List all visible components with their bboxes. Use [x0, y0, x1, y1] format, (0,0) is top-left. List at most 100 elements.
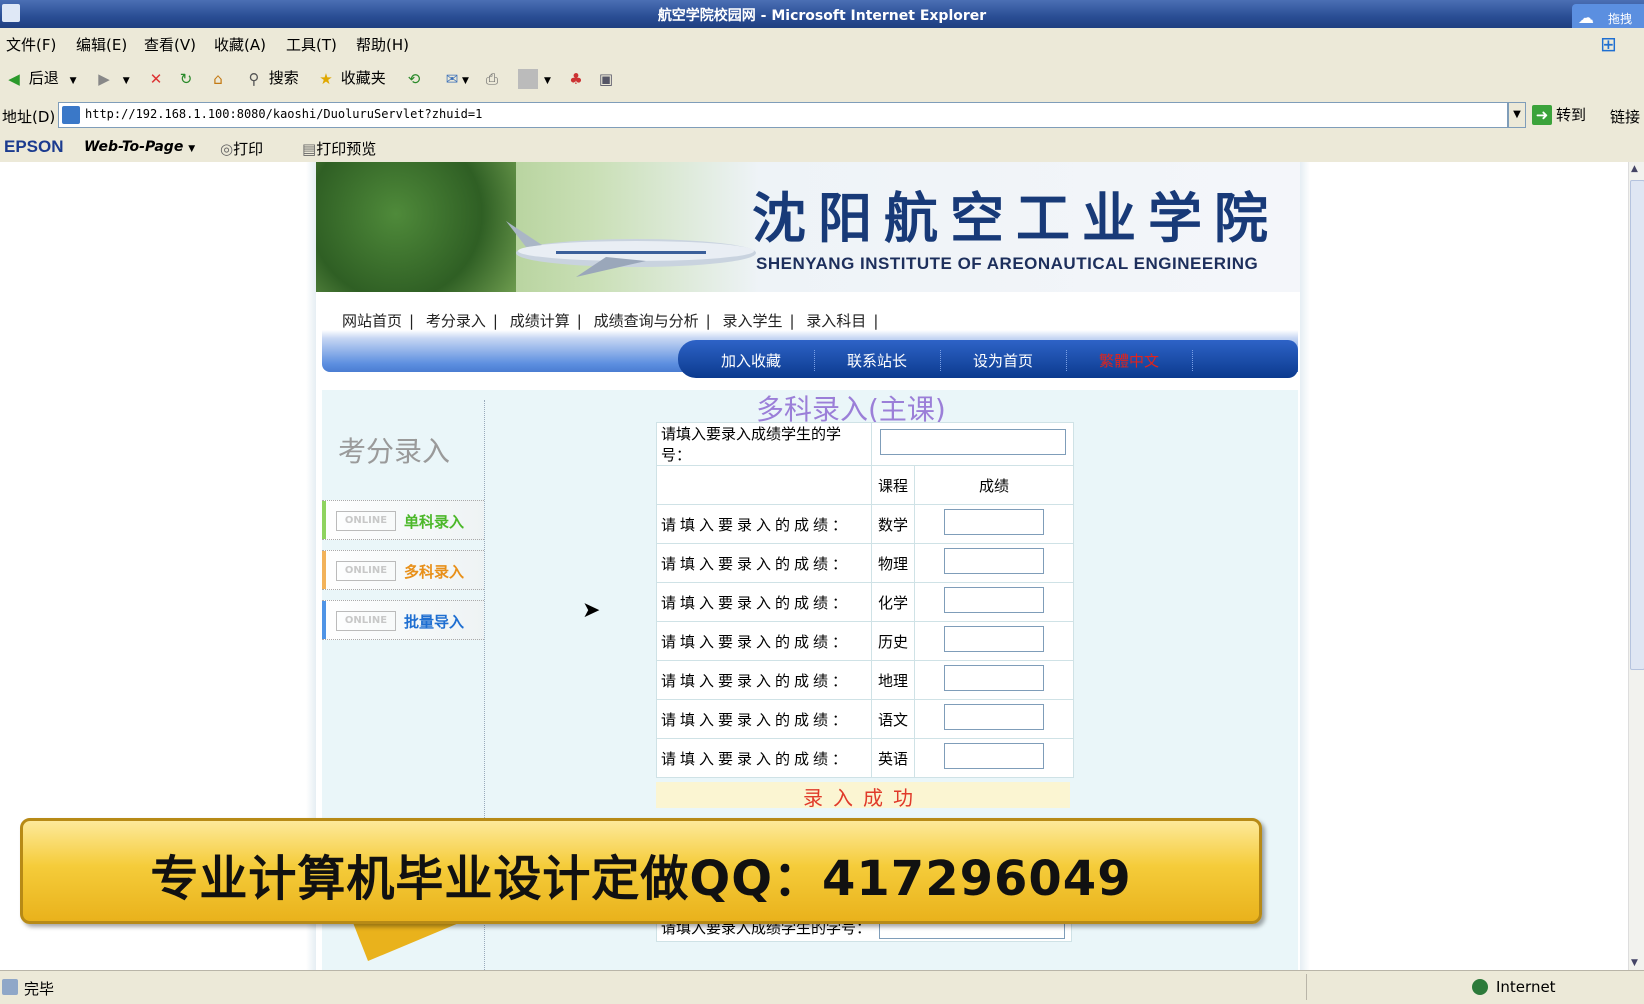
star-icon: ★	[319, 69, 333, 88]
messenger-button[interactable]: ♣	[566, 66, 586, 90]
stop-button[interactable]: ✕	[146, 66, 166, 90]
score-prompt: 请填入要录入的成绩：	[656, 621, 872, 661]
student-id-input[interactable]	[879, 429, 1066, 455]
sidebar-item-single[interactable]: ONLINE 单科录入	[322, 500, 484, 540]
score-input-math[interactable]	[944, 509, 1044, 535]
forward-dropdown-icon[interactable]: ▼	[123, 76, 130, 86]
menu-tools[interactable]: 工具(T)	[286, 34, 337, 55]
subject-history: 历史	[871, 621, 915, 661]
tab-set-homepage[interactable]: 设为首页	[940, 350, 1067, 371]
score-input-chemistry[interactable]	[944, 587, 1044, 613]
menu-favorites[interactable]: 收藏(A)	[214, 34, 266, 55]
score-input-physics[interactable]	[944, 548, 1044, 574]
messenger-icon: ♣	[569, 69, 583, 88]
sidebar-title: 考分录入	[338, 435, 451, 468]
epson-logo: EPSON	[4, 137, 64, 156]
back-dropdown-icon[interactable]: ▼	[70, 76, 77, 86]
student-id-label: 请填入要录入成绩学生的学号：	[656, 422, 872, 466]
subject-chinese: 语文	[871, 699, 915, 739]
go-arrow-icon: ➜	[1532, 105, 1552, 125]
score-prompt: 请填入要录入的成绩：	[656, 699, 872, 739]
online-badge: ONLINE	[336, 611, 396, 631]
standard-toolbar: ◀ 后退 ▼ ▶ ▼ ✕ ↻ ⌂ ⚲ 搜索 ★ 收藏夹 ⟲ ✉ ▼ ⎙ ▼ ♣ ▣	[0, 58, 1644, 99]
table-row: 请填入要录入的成绩： 数学	[656, 504, 1074, 544]
tab-add-favorite[interactable]: 加入收藏	[688, 350, 815, 371]
back-label: 后退	[28, 69, 59, 87]
printer-icon: ⎙	[485, 69, 498, 88]
favorites-button[interactable]: ★ 收藏夹	[316, 66, 386, 90]
links-button[interactable]: 链接	[1610, 106, 1640, 127]
nav-add-student[interactable]: 录入学生	[722, 312, 782, 330]
security-zone: Internet	[1496, 978, 1556, 996]
print-button[interactable]: ⎙	[482, 66, 502, 90]
score-prompt: 请填入要录入的成绩：	[656, 582, 872, 622]
scrollbar-thumb[interactable]	[1630, 180, 1644, 670]
search-button[interactable]: ⚲ 搜索	[244, 66, 299, 90]
epson-print-button[interactable]: ◎打印	[220, 138, 263, 159]
refresh-button[interactable]: ↻	[176, 66, 196, 90]
subject-chemistry: 化学	[871, 582, 915, 622]
nav-score-entry[interactable]: 考分录入	[426, 312, 486, 330]
nav-add-subject[interactable]: 录入科目	[806, 312, 866, 330]
favorites-label: 收藏夹	[340, 69, 386, 87]
menu-help[interactable]: 帮助(H)	[356, 34, 409, 55]
status-cells	[1306, 974, 1457, 1000]
sidebar-item-batch[interactable]: ONLINE 批量导入	[322, 600, 484, 640]
address-label: 地址(D)	[2, 108, 56, 126]
menu-edit[interactable]: 编辑(E)	[76, 34, 127, 55]
score-prompt: 请填入要录入的成绩：	[656, 738, 872, 778]
score-input-chinese[interactable]	[944, 704, 1044, 730]
online-badge: ONLINE	[336, 561, 396, 581]
score-input-geography[interactable]	[944, 665, 1044, 691]
score-input-english[interactable]	[944, 743, 1044, 769]
menu-view[interactable]: 查看(V)	[144, 34, 196, 55]
table-row: 请填入要录入的成绩： 地理	[656, 660, 1074, 700]
forward-button[interactable]: ▶ ▼	[94, 66, 130, 90]
nav-home[interactable]: 网站首页	[342, 312, 402, 330]
status-bar: 完毕 Internet	[0, 970, 1644, 1004]
sidebar-item-label: 批量导入	[404, 613, 465, 631]
promo-text: 专业计算机毕业设计定做QQ：417296049	[150, 851, 1132, 907]
score-input-history[interactable]	[944, 626, 1044, 652]
nav-separator: |	[789, 312, 795, 330]
search-label: 搜索	[268, 69, 299, 87]
epson-print-icon: ◎	[220, 140, 234, 158]
address-input[interactable]: http://192.168.1.100:8080/kaoshi/Duoluru…	[58, 102, 1508, 128]
sidebar-accent-bar	[322, 601, 326, 639]
mail-icon: ✉	[445, 69, 459, 88]
vertical-scrollbar[interactable]: ▲ ▼	[1628, 162, 1644, 970]
back-button[interactable]: ◀ 后退 ▼	[4, 66, 77, 90]
mail-button[interactable]: ✉ ▼	[442, 66, 469, 90]
promo-banner: 专业计算机毕业设计定做QQ：417296049	[20, 818, 1262, 924]
refresh-icon: ↻	[179, 69, 193, 88]
sidebar-item-label: 多科录入	[404, 563, 465, 581]
web-to-page-menu[interactable]: Web-To-Page ▼	[84, 139, 195, 155]
subject-english: 英语	[871, 738, 915, 778]
address-dropdown-icon[interactable]: ▼	[1508, 102, 1526, 128]
search-icon: ⚲	[248, 69, 260, 88]
cloud-widget-label: 拖拽	[1608, 12, 1633, 26]
web-to-page-label: Web-To-Page	[84, 139, 184, 155]
epson-preview-button[interactable]: ▤打印预览	[302, 138, 376, 159]
address-bar: 地址(D) http://192.168.1.100:8080/kaoshi/D…	[0, 98, 1644, 133]
go-button[interactable]: ➜ 转到	[1532, 104, 1586, 125]
edit-dropdown-icon[interactable]: ▼	[544, 76, 551, 86]
window-title: 航空学院校园网 - Microsoft Internet Explorer	[657, 8, 987, 24]
sidebar-item-multi[interactable]: ONLINE 多科录入	[322, 550, 484, 590]
table-row: 请填入要录入的成绩： 英语	[656, 738, 1074, 778]
mouse-cursor-icon: ➤	[582, 598, 601, 623]
menu-file[interactable]: 文件(F)	[6, 34, 56, 55]
tab-contact-admin[interactable]: 联系站长	[814, 350, 941, 371]
history-button[interactable]: ⟲	[404, 66, 424, 90]
nav-score-query[interactable]: 成绩查询与分析	[594, 312, 699, 330]
mail-dropdown-icon[interactable]: ▼	[462, 76, 469, 86]
tab-traditional-chinese[interactable]: 繁體中文	[1066, 350, 1193, 371]
scroll-up-icon[interactable]: ▲	[1631, 164, 1638, 174]
web-to-page-dropdown-icon: ▼	[188, 144, 196, 154]
nav-score-calc[interactable]: 成绩计算	[510, 312, 570, 330]
scroll-down-icon[interactable]: ▼	[1631, 958, 1638, 968]
course-column-header: 课程	[871, 465, 915, 505]
edit-button[interactable]: ▼	[518, 66, 551, 90]
research-button[interactable]: ▣	[596, 66, 616, 90]
home-button[interactable]: ⌂	[208, 66, 228, 90]
